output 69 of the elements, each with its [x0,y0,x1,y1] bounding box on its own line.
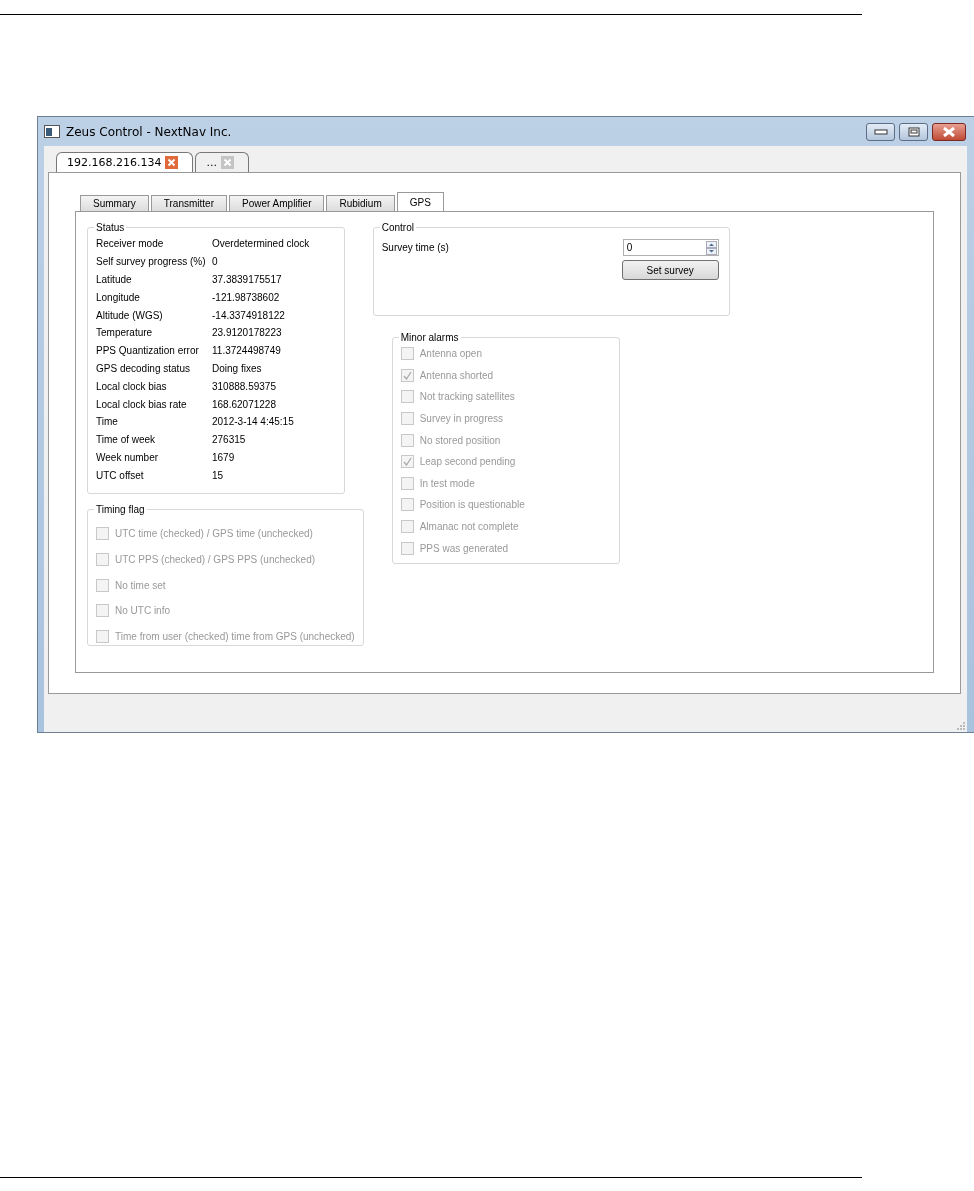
field-label: Survey time (s) [381,242,449,253]
minimize-button[interactable] [866,122,895,141]
tab[interactable]: Transmitter [150,195,227,211]
field-label: Local clock bias [96,380,168,392]
field-label: UTC offset [96,469,145,481]
group-title: Minor alarms [399,332,460,343]
tab[interactable]: Power Amplifier [229,195,325,211]
field-value: 23.9120178223 [212,327,282,339]
field-value: 276315 [212,434,246,446]
checkbox-label: Antenna shorted [419,369,494,381]
connection-tab[interactable]: 192.168.216.134 [56,152,194,172]
checkbox-label: In test mode [419,477,475,489]
checkbox-label: PPS was generated [419,542,509,554]
field-value: 15 [212,469,224,481]
tab[interactable]: Summary [80,195,149,211]
field-value: 11.3724498749 [212,345,281,357]
field-label: Week number [96,451,160,463]
window-title: Zeus Control - NextNav Inc. [66,124,232,139]
checkbox-label: Antenna open [419,348,482,360]
field-label: GPS decoding status [96,362,191,374]
close-tab-icon[interactable] [221,156,234,169]
spin-arrows-icon[interactable] [705,240,717,255]
tab[interactable]: Rubidium [326,195,395,211]
group-title: Control [380,222,415,233]
checkbox-label: Not tracking satellites [419,391,515,403]
maximize-button[interactable] [899,122,928,141]
checkbox-label: No time set [115,579,166,591]
field-label: PPS Quantization error [96,345,200,357]
checkbox-label: Time from user (checked) time from GPS (unchecked) [115,631,355,643]
checkbox-label: UTC PPS (checked) / GPS PPS (unchecked) [115,554,316,566]
field-label: Temperature [96,327,154,339]
field-value: Overdetermined clock [212,238,310,250]
tab[interactable]: GPS [396,192,444,211]
checkbox-label: UTC time (checked) / GPS time (unchecked) [115,528,313,540]
field-label: Latitude [96,274,133,285]
field-label: Altitude (WGS) [96,309,164,321]
close-icon[interactable] [942,126,956,137]
field-value: Doing fixes [212,362,262,374]
field-value: -121.98738602 [212,291,280,303]
set-survey-button[interactable]: Set survey [621,260,719,280]
checkbox-label: Leap second pending [419,456,516,468]
close-button[interactable] [932,122,966,141]
group-title: Timing flag [95,504,146,515]
checkbox-label: Survey in progress [419,413,504,425]
checkbox-label: Almanac not complete [419,521,519,533]
field-label: Self survey progress (%) [96,256,207,268]
survey-time-field[interactable]: 0 [622,239,719,256]
field-label: Local clock bias rate [96,398,188,410]
close-tab-icon[interactable] [165,156,179,169]
field-value: 310888.59375 [212,380,276,392]
field-label: Receiver mode [96,238,165,250]
field-value: 168.62071228 [212,398,276,410]
field-label: Longitude [96,291,141,303]
field-label: Time [96,416,119,428]
field-value: 1679 [212,451,235,463]
field-value: 37.3839175517 [212,274,282,285]
checkbox-label: No UTC info [115,605,170,617]
group-title: Status [95,222,126,233]
field-label: Time of week [96,434,157,446]
resize-grip-icon[interactable] [957,722,965,730]
checkbox-label: Position is questionable [419,499,525,511]
field-value: 0 [212,256,218,268]
minimize-icon[interactable] [873,128,888,135]
connection-tab[interactable]: ... [195,152,249,172]
field-value: -14.3374918122 [212,309,285,321]
field-value: 2012-3-14 4:45:15 [212,416,294,428]
window-icon [44,125,60,138]
checkbox-label: No stored position [419,434,501,446]
maximize-icon[interactable] [907,126,920,137]
